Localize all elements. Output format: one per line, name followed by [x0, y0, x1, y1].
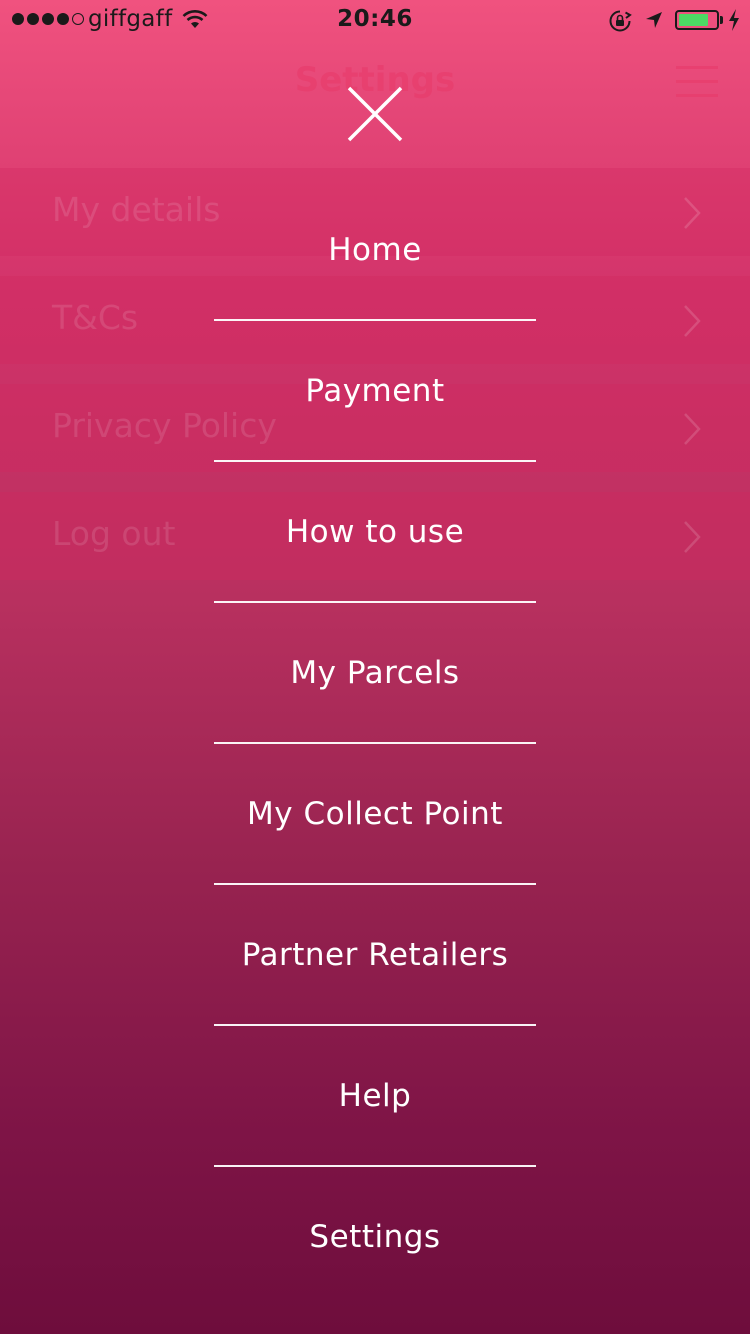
menu-item-my-parcels[interactable]: My Parcels	[214, 603, 536, 744]
chevron-right-icon	[684, 305, 701, 337]
menu-item-how-to-use[interactable]: How to use	[214, 462, 536, 603]
battery-icon	[675, 10, 719, 30]
charging-bolt-icon	[729, 9, 739, 31]
battery-level	[679, 14, 708, 26]
menu-item-label: Payment	[305, 373, 445, 409]
battery-cap	[720, 16, 723, 24]
settings-row-label: My details	[52, 190, 221, 229]
menu-item-label: Home	[328, 232, 422, 268]
close-icon[interactable]	[343, 82, 407, 146]
navigation-menu: Home Payment How to use My Parcels My Co…	[214, 180, 536, 1308]
chevron-right-icon	[684, 521, 701, 553]
menu-item-label: Help	[338, 1078, 412, 1114]
menu-item-help[interactable]: Help	[214, 1026, 536, 1167]
menu-overlay-screen: giffgaff 20:46 Settings My details T&Cs …	[0, 0, 750, 1334]
hamburger-menu-icon	[676, 66, 718, 98]
status-time: 20:46	[337, 6, 413, 32]
menu-item-payment[interactable]: Payment	[214, 321, 536, 462]
menu-item-home[interactable]: Home	[214, 180, 536, 321]
orientation-lock-icon	[609, 10, 632, 32]
menu-item-label: My Parcels	[290, 655, 460, 691]
location-arrow-icon	[646, 12, 662, 28]
status-bar: giffgaff 20:46	[0, 0, 750, 40]
menu-item-label: Settings	[309, 1219, 441, 1255]
menu-item-partner-retailers[interactable]: Partner Retailers	[214, 885, 536, 1026]
menu-item-label: My Collect Point	[247, 796, 503, 832]
chevron-right-icon	[684, 197, 701, 229]
settings-row-label: T&Cs	[52, 298, 139, 337]
menu-item-label: Partner Retailers	[241, 937, 509, 973]
menu-item-settings[interactable]: Settings	[214, 1167, 536, 1308]
chevron-right-icon	[684, 413, 701, 445]
menu-item-label: How to use	[285, 514, 465, 550]
menu-item-my-collect-point[interactable]: My Collect Point	[214, 744, 536, 885]
